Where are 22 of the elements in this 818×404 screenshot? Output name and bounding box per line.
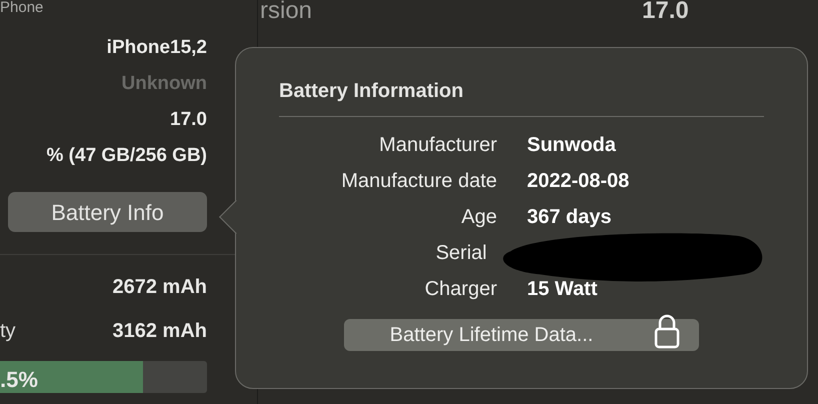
info-value: iPhone15,2	[106, 36, 207, 60]
info-value: 15 Watt	[527, 277, 598, 302]
row-value: 3162 mAh	[112, 319, 207, 344]
info-value: Sunwoda	[527, 133, 616, 158]
info-label: Manufacturer	[378, 133, 497, 158]
info-label: Charger	[424, 277, 497, 302]
row-label: ty	[0, 319, 16, 344]
info-value: 17.0	[170, 108, 207, 132]
info-label: Age	[460, 205, 497, 230]
info-value: % (47 GB/256 GB)	[46, 144, 207, 168]
row-value: 2672 mAh	[112, 275, 207, 300]
section-title: Phone	[0, 0, 44, 16]
health-percentage: .5%	[0, 366, 38, 394]
row-value: 17.0	[642, 0, 689, 22]
row-label: rsion	[260, 0, 312, 22]
info-value: 2022-08-08	[527, 169, 630, 194]
info-label: Manufacture date	[340, 169, 497, 194]
info-value: 367 days	[527, 205, 612, 230]
info-value: Unknown	[122, 72, 207, 96]
info-label: Serial	[434, 241, 487, 266]
popover-title: Battery Information	[279, 80, 464, 102]
battery-info-button[interactable]: Battery Info	[8, 192, 207, 232]
